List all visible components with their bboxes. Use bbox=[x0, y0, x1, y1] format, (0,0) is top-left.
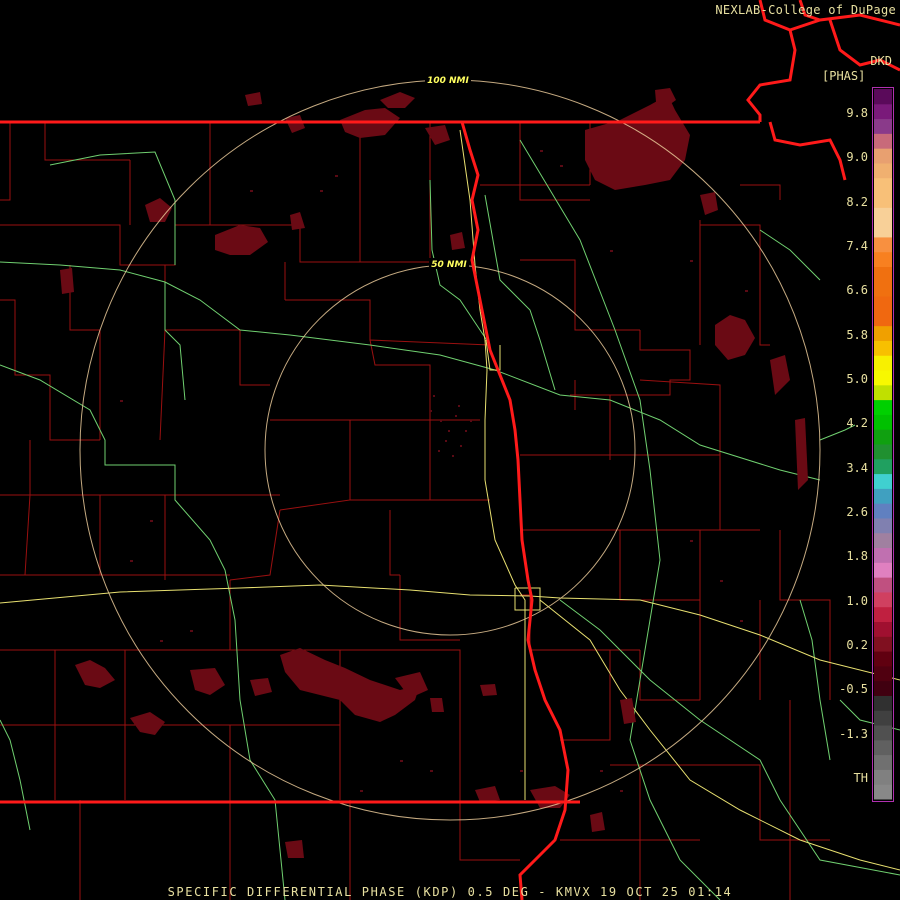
highways-green bbox=[0, 139, 900, 900]
radar-clutter bbox=[120, 150, 748, 792]
legend-color-swatch bbox=[874, 621, 892, 637]
legend-tick-label: 9.8 bbox=[846, 106, 868, 120]
legend-tick-labels: 9.8 9.0 8.2 7.4 6.6 5.8 5.0 4.2 3.4 2.6 1.8 1.0 0.2 -… bbox=[830, 0, 870, 900]
radar-echoes bbox=[60, 88, 808, 858]
legend-color-swatch bbox=[874, 192, 892, 208]
legend-tick-label: 5.8 bbox=[846, 327, 868, 342]
legend-tick-label: -1.3 bbox=[839, 726, 868, 741]
legend-tick-label: 1.0 bbox=[846, 593, 868, 608]
legend-tick-label: 8.2 bbox=[846, 194, 868, 209]
legend-color-swatch bbox=[874, 562, 892, 578]
legend-color-swatch bbox=[874, 636, 892, 652]
legend-color-swatch bbox=[874, 517, 892, 534]
legend-color-swatch bbox=[874, 236, 892, 253]
legend-color-swatch bbox=[874, 547, 892, 563]
county-lines bbox=[0, 122, 831, 900]
legend-color-swatch bbox=[874, 89, 892, 105]
legend-color-swatch bbox=[874, 399, 892, 415]
legend-color-swatch bbox=[874, 591, 892, 608]
legend-color-swatch bbox=[874, 606, 892, 622]
legend-color-swatch bbox=[874, 355, 892, 371]
legend-tick-label: 3.4 bbox=[846, 460, 868, 475]
legend-tick-label: 5.0 bbox=[846, 372, 868, 386]
legend-tick-label: 6.6 bbox=[846, 283, 868, 298]
legend-color-swatch bbox=[874, 695, 892, 711]
legend-color-swatch bbox=[874, 503, 892, 519]
legend-color-swatch bbox=[874, 207, 892, 223]
legend-color-swatch bbox=[874, 665, 892, 682]
legend-color-swatch bbox=[874, 414, 892, 430]
legend-color-swatch bbox=[874, 310, 892, 327]
legend-tick-label: 7.4 bbox=[846, 239, 868, 253]
legend-color-swatch bbox=[874, 296, 892, 312]
legend-tick-label: 1.8 bbox=[846, 549, 868, 564]
radar-map: 100 NMI 50 NMI bbox=[0, 0, 900, 900]
legend-tick-label: 4.2 bbox=[846, 416, 868, 431]
legend-color-swatch bbox=[874, 725, 892, 741]
range-ring-100nmi bbox=[79, 79, 821, 821]
legend-tick-label: 9.0 bbox=[846, 150, 868, 165]
range-ring-100-label: 100 NMI bbox=[427, 76, 469, 86]
legend-color-swatch bbox=[874, 384, 892, 401]
legend-color-swatch bbox=[874, 103, 892, 120]
legend-color-swatch bbox=[874, 769, 892, 785]
legend-color-swatch bbox=[874, 325, 892, 341]
legend-color-swatch bbox=[874, 281, 892, 297]
legend-color-swatch bbox=[874, 444, 892, 460]
color-legend-bar bbox=[872, 87, 894, 802]
legend-color-swatch bbox=[874, 473, 892, 489]
legend-color-swatch bbox=[874, 488, 892, 504]
range-rings bbox=[79, 79, 821, 821]
legend-color-swatch bbox=[874, 532, 892, 549]
legend-color-swatch bbox=[874, 577, 892, 593]
state-borders bbox=[0, 0, 900, 900]
legend-color-swatch bbox=[874, 148, 892, 164]
legend-color-swatch bbox=[874, 266, 892, 282]
legend-color-swatch bbox=[874, 222, 892, 238]
legend-tick-label: TH bbox=[853, 771, 868, 785]
legend-color-swatch bbox=[874, 340, 892, 356]
legend-color-swatch bbox=[874, 651, 892, 667]
product-title: SPECIFIC DIFFERENTIAL PHASE (KDP) 0.5 DE… bbox=[167, 885, 733, 899]
legend-tick-label: -0.5 bbox=[839, 682, 868, 697]
legend-tick-label: 0.2 bbox=[846, 638, 868, 652]
legend-color-swatch bbox=[874, 162, 892, 179]
legend-color-swatch bbox=[874, 680, 892, 696]
legend-color-swatch bbox=[874, 133, 892, 149]
legend-color-swatch bbox=[874, 177, 892, 194]
legend-tick-label: 2.6 bbox=[846, 505, 868, 519]
legend-color-swatch bbox=[874, 458, 892, 475]
legend-color-swatch bbox=[874, 710, 892, 726]
legend-color-swatch bbox=[874, 739, 892, 756]
legend-color-swatch bbox=[874, 429, 892, 445]
legend-color-swatch bbox=[874, 784, 892, 800]
range-ring-50nmi bbox=[264, 264, 636, 636]
range-ring-50-label: 50 NMI bbox=[431, 260, 467, 270]
legend-color-swatch bbox=[874, 118, 892, 134]
legend-color-swatch bbox=[874, 754, 892, 770]
legend-color-swatch bbox=[874, 251, 892, 267]
legend-color-swatch bbox=[874, 370, 892, 386]
